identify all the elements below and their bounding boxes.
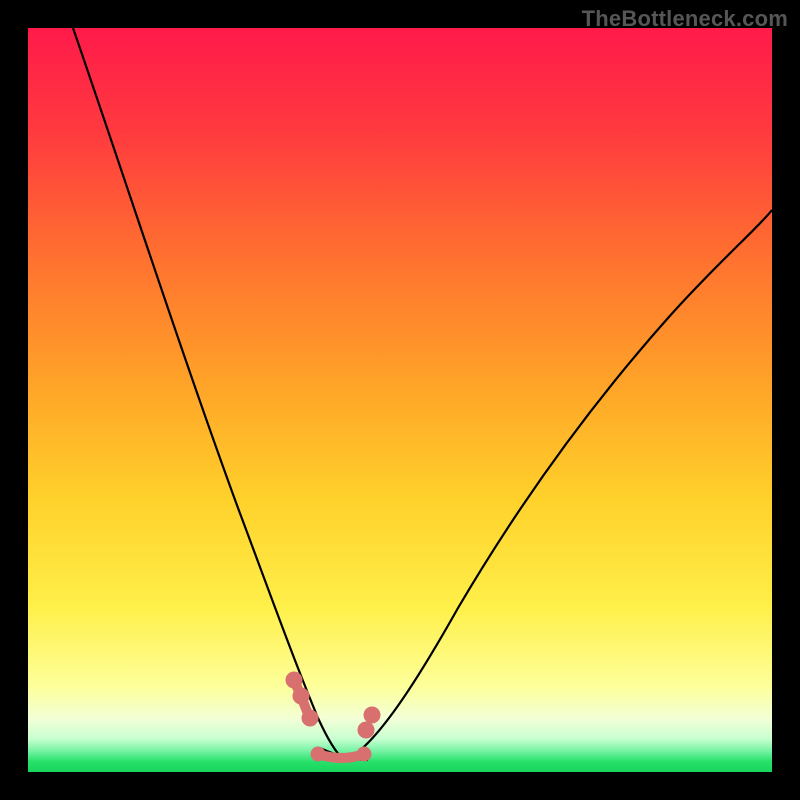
right-curve (350, 210, 772, 758)
chart-frame: TheBottleneck.com (0, 0, 800, 800)
curves-layer (28, 28, 772, 772)
marker-left-mid (293, 688, 309, 704)
marker-left-lower (302, 710, 318, 726)
marker-right-lower (358, 722, 374, 738)
marker-right-upper (364, 707, 380, 723)
plot-area (28, 28, 772, 772)
marker-floor-right (357, 747, 371, 761)
left-curve (73, 28, 344, 760)
marker-left-upper (286, 672, 302, 688)
watermark-text: TheBottleneck.com (582, 6, 788, 32)
marker-floor-left (311, 747, 325, 761)
